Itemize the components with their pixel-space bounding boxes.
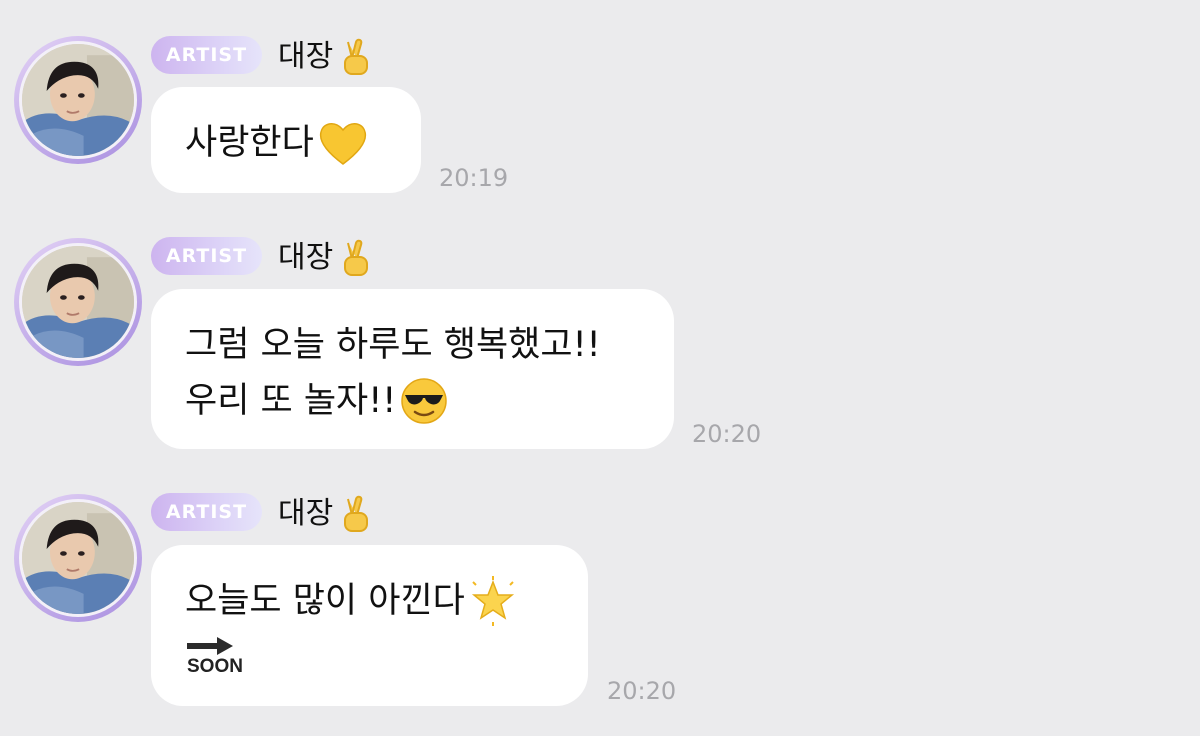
message-time: 20:20: [607, 677, 677, 705]
artist-badge: ARTIST: [151, 493, 262, 531]
message-text: 그럼 오늘 하루도 행복했고!!: [185, 325, 601, 365]
soon-arrow-icon: [187, 637, 233, 655]
yellow-heart-icon: [319, 123, 366, 165]
message-time: 20:19: [439, 164, 509, 192]
avatar-photo: [22, 44, 134, 156]
artist-avatar[interactable]: [14, 36, 142, 164]
artist-badge: ARTIST: [151, 237, 262, 275]
glowing-star-icon: [471, 576, 514, 626]
artist-badge: ARTIST: [151, 36, 262, 74]
victory-hand-icon: [344, 495, 369, 532]
soon-label: SOON: [187, 656, 243, 677]
avatar-photo: [22, 246, 134, 358]
message-text: 사랑한다: [185, 123, 314, 163]
sender-name-row: 대장: [278, 38, 373, 76]
sender-name: 대장: [278, 496, 334, 531]
sunglasses-face-icon: [401, 378, 448, 424]
message-text: 오늘도 많이 아낀다: [185, 581, 465, 621]
avatar-photo: [22, 502, 134, 614]
message-bubble[interactable]: 그럼 오늘 하루도 행복했고!! 우리 또 놀자!!: [151, 289, 674, 449]
message-bubble[interactable]: 오늘도 많이 아낀다 SOON: [151, 545, 588, 706]
message-text: 우리 또 놀자!!: [185, 381, 397, 421]
sender-name: 대장: [278, 39, 334, 74]
sender-name: 대장: [278, 240, 334, 275]
sender-name-row: 대장: [278, 239, 373, 277]
message-time: 20:20: [692, 420, 762, 448]
soon-indicator: SOON: [185, 635, 554, 677]
victory-hand-icon: [344, 239, 369, 276]
message-bubble[interactable]: 사랑한다: [151, 87, 421, 193]
victory-hand-icon: [344, 38, 369, 75]
sender-name-row: 대장: [278, 495, 373, 533]
artist-avatar[interactable]: [14, 238, 142, 366]
artist-avatar[interactable]: [14, 494, 142, 622]
